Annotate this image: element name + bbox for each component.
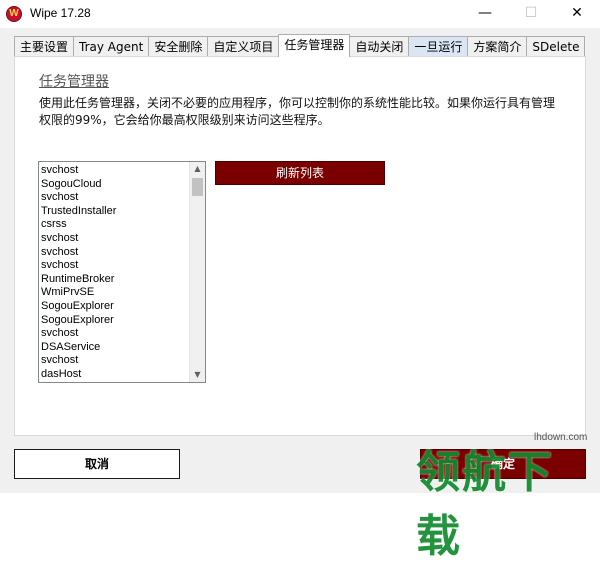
list-item[interactable]: svchost xyxy=(41,327,187,341)
list-item[interactable]: SogouCloud xyxy=(41,178,187,192)
process-list-items: svchost SogouCloud svchost TrustedInstal… xyxy=(41,164,187,382)
tab-main-settings[interactable]: 主要设置 xyxy=(14,36,75,57)
app-window: W Wipe 17.28 — ☐ ✕ 主要设置 Tray Agent 安全删除 … xyxy=(0,0,600,562)
list-item[interactable]: svchost xyxy=(41,354,187,368)
app-logo-icon: W xyxy=(6,6,22,22)
cancel-button[interactable]: 取消 xyxy=(14,449,180,479)
list-item[interactable]: SogouExplorer xyxy=(41,300,187,314)
refresh-list-button[interactable]: 刷新列表 xyxy=(215,161,385,185)
window-title: Wipe 17.28 xyxy=(30,6,91,20)
list-item[interactable]: svchost xyxy=(41,246,187,260)
tab-secure-delete[interactable]: 安全删除 xyxy=(148,36,209,57)
tab-strip: 主要设置 Tray Agent 安全删除 自定义项目 任务管理器 自动关闭 一旦… xyxy=(14,34,586,57)
tab-sdelete[interactable]: SDelete xyxy=(526,36,586,57)
list-item[interactable]: csrss xyxy=(41,218,187,232)
scroll-thumb[interactable] xyxy=(192,178,203,196)
list-item[interactable]: dasHost xyxy=(41,368,187,382)
panel-description: 使用此任务管理器，关闭不必要的应用程序，你可以控制你的系统性能比较。如果你运行具… xyxy=(39,96,556,127)
list-item[interactable]: WmiPrvSE xyxy=(41,286,187,300)
list-item[interactable]: svchost xyxy=(41,191,187,205)
list-item[interactable]: RuntimeBroker xyxy=(41,273,187,287)
minimize-icon[interactable]: — xyxy=(462,0,508,28)
tab-task-manager[interactable]: 任务管理器 xyxy=(278,34,351,57)
scroll-up-icon[interactable]: ▲ xyxy=(190,162,205,176)
list-item[interactable]: TrustedInstaller xyxy=(41,205,187,219)
tab-profile-summary[interactable]: 方案简介 xyxy=(467,36,528,57)
title-bar[interactable]: W Wipe 17.28 — ☐ ✕ xyxy=(0,0,600,28)
list-item[interactable]: SogouExplorer xyxy=(41,314,187,328)
close-icon[interactable]: ✕ xyxy=(554,0,600,28)
tab-run-once[interactable]: 一旦运行 xyxy=(408,36,469,57)
tab-tray-agent[interactable]: Tray Agent xyxy=(73,36,150,57)
task-manager-panel: 任务管理器 使用此任务管理器，关闭不必要的应用程序，你可以控制你的系统性能比较。… xyxy=(14,56,586,436)
process-list[interactable]: svchost SogouCloud svchost TrustedInstal… xyxy=(38,161,206,383)
tab-custom-items[interactable]: 自定义项目 xyxy=(207,36,280,57)
list-item[interactable]: svchost xyxy=(41,232,187,246)
list-item[interactable]: svchost xyxy=(41,164,187,178)
scroll-down-icon[interactable]: ▼ xyxy=(190,368,205,382)
list-item[interactable]: DSAService xyxy=(41,341,187,355)
tab-auto-close[interactable]: 自动关闭 xyxy=(349,36,410,57)
maximize-icon[interactable]: ☐ xyxy=(508,0,554,28)
list-scrollbar[interactable]: ▲ ▼ xyxy=(189,162,205,382)
ok-button[interactable]: 确定 xyxy=(420,449,586,479)
list-item[interactable]: svchost xyxy=(41,259,187,273)
page-title: 任务管理器 xyxy=(39,74,109,90)
